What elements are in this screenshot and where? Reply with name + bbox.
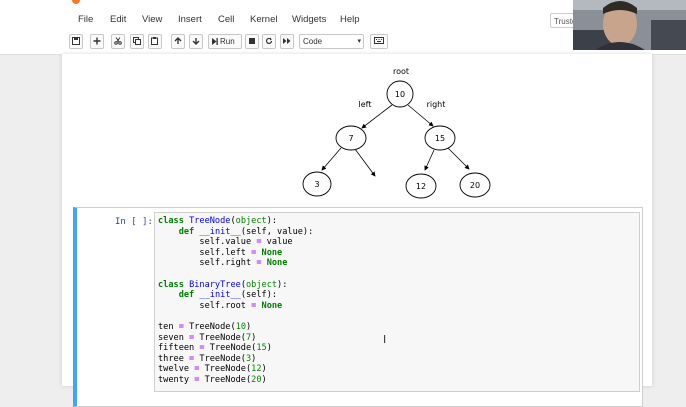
step-forward-icon bbox=[212, 38, 218, 45]
copy-icon bbox=[133, 37, 141, 45]
move-up-button[interactable] bbox=[171, 34, 185, 49]
code-text[interactable]: class TreeNode(object): def __init__(sel… bbox=[158, 216, 313, 386]
tree-node: 7 bbox=[335, 125, 367, 151]
code-line: self.left = None bbox=[158, 247, 283, 258]
node-label: 15 bbox=[435, 134, 445, 143]
menu-help[interactable]: Help bbox=[340, 14, 360, 25]
arrow-down-icon bbox=[192, 38, 200, 45]
edge-7-empty bbox=[354, 148, 376, 177]
node-label: 3 bbox=[314, 180, 319, 189]
tree-node: 12 bbox=[405, 173, 437, 199]
code-line: seven = TreeNode(7) bbox=[158, 332, 257, 343]
plus-icon bbox=[93, 37, 101, 45]
node-label: 10 bbox=[395, 90, 405, 99]
code-line: self.right = None bbox=[158, 258, 288, 269]
code-line: fifteen = TreeNode(15) bbox=[158, 343, 272, 354]
menu-insert[interactable]: Insert bbox=[178, 14, 202, 25]
edge-15-12 bbox=[424, 149, 435, 171]
menu-widgets[interactable]: Widgets bbox=[292, 14, 326, 25]
left-label: left bbox=[359, 100, 372, 109]
paste-button[interactable] bbox=[148, 34, 162, 49]
code-line: self.root = None bbox=[158, 300, 283, 311]
run-button[interactable]: Run bbox=[208, 34, 242, 49]
webcam-overlay bbox=[573, 0, 686, 50]
copy-button[interactable] bbox=[130, 34, 144, 49]
menu-cell[interactable]: Cell bbox=[218, 14, 234, 25]
edge-15-20 bbox=[447, 147, 470, 170]
move-down-button[interactable] bbox=[189, 34, 203, 49]
command-palette-button[interactable] bbox=[370, 34, 388, 49]
refresh-icon bbox=[265, 37, 273, 45]
arrow-up-icon bbox=[174, 37, 182, 44]
root-label: root bbox=[393, 67, 409, 76]
menu-view[interactable]: View bbox=[142, 14, 162, 25]
cell-type-select[interactable]: Code ▾ bbox=[299, 34, 364, 49]
code-line: def __init__(self, value): bbox=[178, 226, 314, 237]
interrupt-button[interactable] bbox=[245, 34, 259, 49]
run-label: Run bbox=[220, 37, 235, 46]
code-line: twelve = TreeNode(12) bbox=[158, 364, 267, 375]
node-label: 20 bbox=[470, 181, 480, 190]
code-line: class TreeNode(object): bbox=[158, 216, 278, 226]
fast-forward-icon bbox=[283, 38, 291, 44]
right-label: right bbox=[427, 100, 446, 109]
code-line: ten = TreeNode(10) bbox=[158, 321, 252, 332]
node-label: 7 bbox=[348, 134, 353, 143]
code-line: self.value = value bbox=[158, 237, 293, 248]
tree-node: 10 bbox=[386, 80, 414, 108]
cell-type-value: Code bbox=[303, 37, 323, 46]
menu-kernel[interactable]: Kernel bbox=[250, 14, 277, 25]
insert-cell-button[interactable] bbox=[90, 34, 104, 49]
text-cursor-icon: I bbox=[383, 333, 387, 346]
jupyter-logo-icon bbox=[72, 0, 80, 4]
tree-node: 3 bbox=[302, 171, 332, 197]
tree-node: 20 bbox=[459, 172, 491, 198]
paste-icon bbox=[151, 37, 158, 45]
menu-file[interactable]: File bbox=[78, 14, 93, 25]
menu-edit[interactable]: Edit bbox=[110, 14, 126, 25]
code-line: def __init__(self): bbox=[178, 290, 278, 301]
node-label: 12 bbox=[416, 182, 426, 191]
code-line: twenty = TreeNode(20) bbox=[158, 374, 267, 385]
restart-run-all-button[interactable] bbox=[280, 34, 294, 49]
cell-prompt: In [ ]: bbox=[115, 217, 153, 227]
restart-button[interactable] bbox=[262, 34, 276, 49]
code-line: three = TreeNode(3) bbox=[158, 353, 257, 364]
code-line: class BinaryTree(object): bbox=[158, 279, 288, 290]
keyboard-icon bbox=[374, 37, 384, 44]
edge-7-3 bbox=[321, 147, 342, 171]
binary-tree-diagram: root left right 10 7 15 3 12 20 bbox=[302, 67, 491, 199]
save-icon bbox=[72, 37, 80, 45]
chevron-down-icon: ▾ bbox=[357, 38, 361, 45]
save-button[interactable] bbox=[69, 34, 83, 49]
scissors-icon bbox=[114, 37, 122, 45]
stop-icon bbox=[249, 38, 255, 44]
tree-node: 15 bbox=[424, 125, 456, 151]
cut-button[interactable] bbox=[111, 34, 125, 49]
